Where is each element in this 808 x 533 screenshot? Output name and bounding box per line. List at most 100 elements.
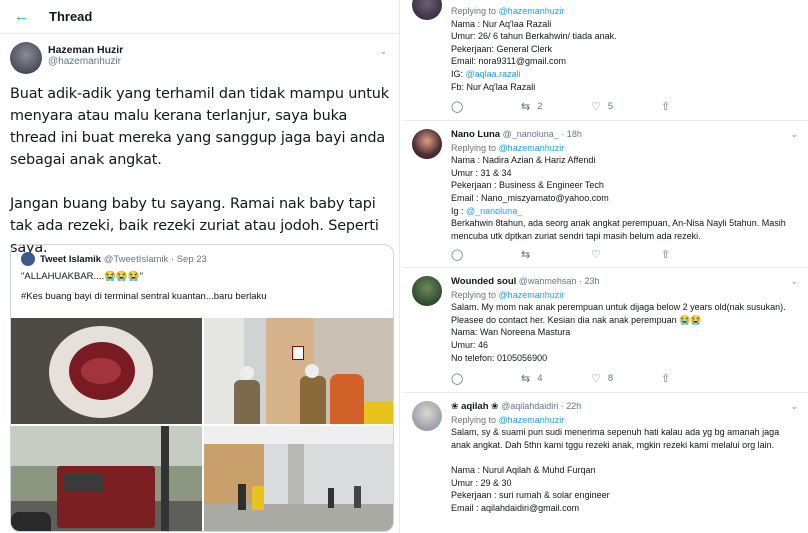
thread-header: ← Thread bbox=[0, 0, 399, 34]
reply-line: Nama : Nurul Aqilah & Muhd Furqan bbox=[451, 464, 596, 475]
replying-to-link[interactable]: @hazemanhuzir bbox=[499, 290, 565, 300]
timestamp[interactable]: · 22h bbox=[561, 401, 582, 411]
replying-label: Replying to bbox=[451, 6, 497, 16]
reply-button[interactable]: ◯ bbox=[451, 372, 521, 385]
reply-line: Salam. My mom nak anak perempuan untuk d… bbox=[451, 302, 786, 325]
reply-line: Pekerjaan : Business & Engineer Tech bbox=[451, 180, 604, 191]
heart-icon: ♡ bbox=[591, 373, 601, 385]
reply-line: Email : Nano_miszyamato@yahoo.com bbox=[451, 192, 609, 203]
avatar[interactable] bbox=[412, 0, 442, 20]
retweet-button[interactable]: ⇆ bbox=[521, 248, 591, 261]
retweet-icon: ⇆ bbox=[521, 101, 531, 113]
share-icon: ⇧ bbox=[661, 249, 671, 261]
chevron-down-icon[interactable]: ⌄ bbox=[790, 129, 798, 140]
tweet-text: Buat adik-adik yang terhamil dan tidak m… bbox=[10, 83, 396, 259]
main-tweet: Hazeman Huzir @hazemanhuzir ⌄ Buat adik-… bbox=[0, 34, 399, 259]
author-name[interactable]: Wounded soul bbox=[451, 276, 516, 287]
replies-panel: Replying to @hazemanhuzir Nama : Nur Aq'… bbox=[403, 0, 808, 533]
replying-label: Replying to bbox=[451, 289, 497, 300]
reply-line: Fb: Nur Aq'laa Razali bbox=[451, 81, 536, 92]
flower-icon: ❀ bbox=[451, 401, 459, 411]
avatar bbox=[21, 252, 35, 266]
like-button[interactable]: ♡ 8 bbox=[591, 372, 661, 385]
reply-button[interactable]: ◯ bbox=[451, 248, 521, 261]
reply-line: Pekerjaan: General Clerk bbox=[451, 43, 553, 54]
retweet-icon: ⇆ bbox=[521, 249, 531, 261]
author-name[interactable]: Hazeman Huzir bbox=[48, 44, 389, 56]
replying-label: Replying to bbox=[451, 414, 497, 425]
reply-tweet[interactable]: Wounded soul @wanmehsan · 23h Replying t… bbox=[403, 268, 808, 393]
share-button[interactable]: ⇧ bbox=[661, 372, 731, 385]
photo-firefighters[interactable] bbox=[204, 318, 393, 424]
timestamp[interactable]: · 18h bbox=[561, 129, 582, 139]
photo-terminal[interactable] bbox=[204, 426, 393, 531]
quoted-date: · Sep 23 bbox=[170, 253, 207, 265]
photo-fire-truck[interactable] bbox=[11, 426, 202, 531]
like-button[interactable]: ♡ 5 bbox=[591, 100, 661, 113]
retweet-button[interactable]: ⇆ 4 bbox=[521, 372, 591, 385]
reply-tweet[interactable]: ❀ aqilah ❀ @aqilahdaidiri · 22h Replying… bbox=[403, 393, 808, 533]
reply-line: Pekerjaan : suri rumah & solar engineer bbox=[451, 490, 610, 501]
tweet-paragraph: Buat adik-adik yang terhamil dan tidak m… bbox=[10, 86, 389, 168]
tweet-actions: ◯ ⇆ 4 ♡ 8 ⇧ bbox=[451, 372, 731, 385]
reply-button[interactable]: ◯ bbox=[451, 100, 521, 113]
share-button[interactable]: ⇧ bbox=[661, 100, 731, 113]
reply-line: No telefon: 0105056900 bbox=[451, 352, 548, 363]
replying-to-link[interactable]: @hazemanhuzir bbox=[499, 143, 565, 153]
reply-line: Nama: Wan Noreena Mastura bbox=[451, 327, 571, 338]
quoted-tweet-header: Tweet Islamik @TweetIslamik · Sep 23 bbox=[11, 245, 393, 266]
ig-link[interactable]: @_nanoluna_ bbox=[466, 206, 522, 216]
replying-to-link[interactable]: @hazemanhuzir bbox=[499, 415, 565, 425]
quoted-text: #Kes buang bayi di terminal sentral kuan… bbox=[21, 291, 267, 302]
quoted-author-name: Tweet Islamik bbox=[40, 253, 102, 265]
quoted-text: "ALLAHUAKBAR....😭😭😭" bbox=[21, 271, 143, 282]
reply-line: Umur: 26/ 6 tahun Berkahwin/ tiada anak. bbox=[451, 31, 617, 42]
share-button[interactable]: ⇧ bbox=[661, 248, 731, 261]
avatar[interactable] bbox=[10, 42, 42, 74]
chevron-down-icon[interactable]: ⌄ bbox=[790, 276, 798, 287]
avatar[interactable] bbox=[412, 401, 442, 431]
avatar[interactable] bbox=[412, 129, 442, 159]
reply-line: IG: bbox=[451, 68, 466, 79]
reply-line: Umur: 46 bbox=[451, 339, 489, 350]
timestamp[interactable]: · 23h bbox=[579, 276, 600, 286]
ig-link[interactable]: @aqlaa.razali bbox=[466, 69, 521, 79]
reply-line: Email : aqilahdaidiri@gmail.com bbox=[451, 502, 580, 513]
reply-line: Umur : 31 & 34 bbox=[451, 167, 512, 178]
replying-to-link[interactable]: @hazemanhuzir bbox=[499, 6, 565, 16]
reply-line: Umur : 29 & 30 bbox=[451, 477, 512, 488]
reply-line: Ig : bbox=[451, 205, 467, 216]
reply-line: Nama : Nur Aq'laa Razali bbox=[451, 18, 552, 29]
reply-line: Salam, sy & suami pun sudi menerima sepe… bbox=[451, 427, 780, 450]
back-arrow-icon[interactable]: ← bbox=[14, 8, 29, 25]
author-handle[interactable]: @_nanoluna_ bbox=[503, 129, 559, 139]
tweet-actions: ◯ ⇆ ♡ ⇧ bbox=[451, 248, 731, 261]
author-handle[interactable]: @wanmehsan bbox=[519, 276, 577, 286]
retweet-icon: ⇆ bbox=[521, 373, 531, 385]
author-name[interactable]: Nano Luna bbox=[451, 129, 500, 140]
quoted-tweet[interactable]: Tweet Islamik @TweetIslamik · Sep 23 "AL… bbox=[10, 244, 394, 532]
author-handle[interactable]: @aqilahdaidiri bbox=[501, 401, 558, 411]
comment-icon: ◯ bbox=[451, 101, 464, 113]
share-icon: ⇧ bbox=[661, 101, 671, 113]
heart-icon: ♡ bbox=[591, 249, 601, 261]
reply-tweet[interactable]: Replying to @hazemanhuzir Nama : Nur Aq'… bbox=[403, 0, 808, 121]
chevron-down-icon[interactable]: ⌄ bbox=[379, 46, 387, 57]
author-name[interactable]: aqilah bbox=[461, 401, 488, 412]
comment-icon: ◯ bbox=[451, 249, 464, 261]
author-handle[interactable]: @hazemanhuzir bbox=[48, 56, 389, 67]
photo-toilet[interactable] bbox=[11, 318, 202, 424]
avatar[interactable] bbox=[412, 276, 442, 306]
reply-line: Nama : Nadira Azian & Hariz Affendi bbox=[451, 155, 596, 166]
flower-icon: ❀ bbox=[491, 401, 499, 411]
like-button[interactable]: ♡ bbox=[591, 248, 661, 261]
quoted-author-handle: @TweetIslamik bbox=[103, 253, 169, 265]
retweet-button[interactable]: ⇆ 2 bbox=[521, 100, 591, 113]
heart-icon: ♡ bbox=[591, 101, 601, 113]
chevron-down-icon[interactable]: ⌄ bbox=[790, 401, 798, 412]
reply-line bbox=[451, 451, 796, 464]
share-icon: ⇧ bbox=[661, 373, 671, 385]
media-grid[interactable] bbox=[11, 318, 393, 531]
reply-tweet[interactable]: Nano Luna @_nanoluna_ · 18h Replying to … bbox=[403, 121, 808, 268]
thread-panel: ← Thread Hazeman Huzir @hazemanhuzir ⌄ B… bbox=[0, 0, 400, 533]
